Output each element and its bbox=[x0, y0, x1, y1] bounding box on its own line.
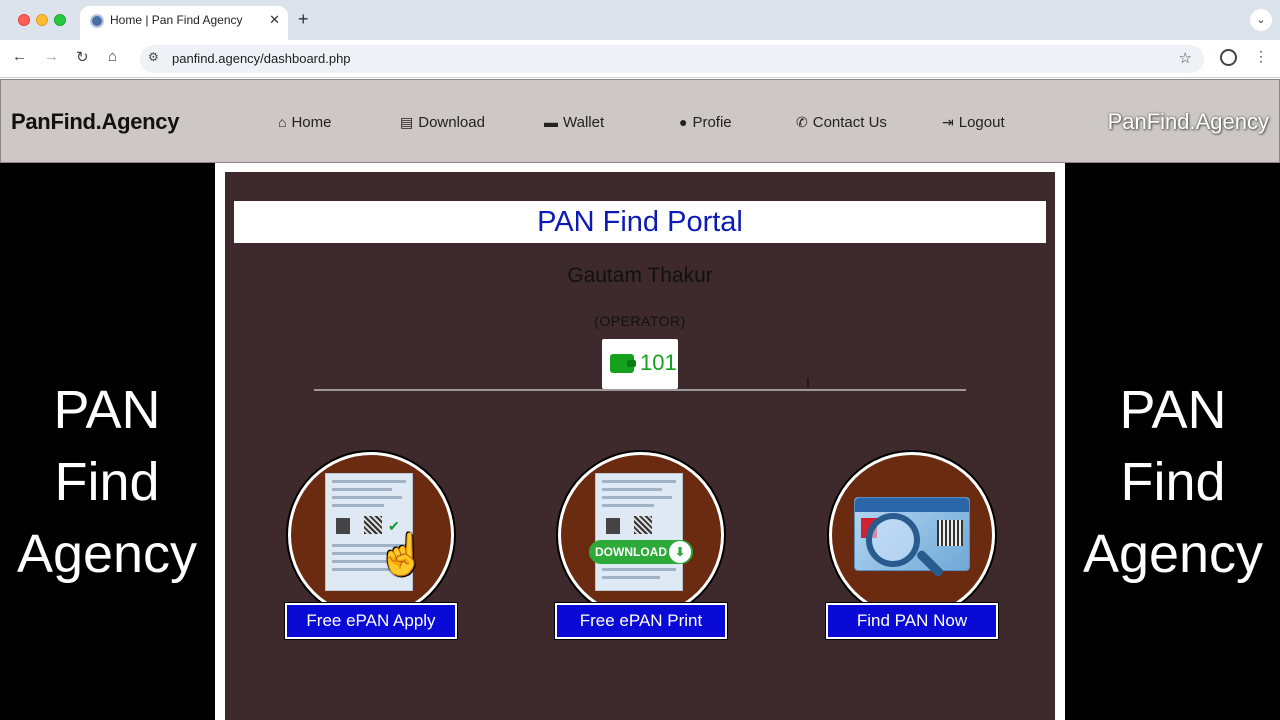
side-word: Agency bbox=[16, 524, 198, 584]
service-find-pan: Find PAN Now bbox=[825, 452, 999, 642]
nav-wallet[interactable]: ▬ Wallet bbox=[544, 114, 604, 131]
whatsapp-icon: ✆ bbox=[796, 114, 808, 130]
reload-icon[interactable]: ↻ bbox=[76, 48, 89, 66]
download-arrow-icon: ⬇ bbox=[669, 541, 691, 563]
browser-tab[interactable]: Home | Pan Find Agency ✕ bbox=[80, 6, 288, 40]
nav-wallet-label: Wallet bbox=[563, 114, 605, 131]
magnifier-icon bbox=[866, 513, 920, 567]
divider bbox=[314, 389, 966, 391]
browser-tab-bar: Home | Pan Find Agency ✕ + ⌄ bbox=[0, 0, 1280, 40]
service-epan-apply: ✔ ☝ Free ePAN Apply bbox=[284, 452, 458, 642]
favicon-icon bbox=[90, 14, 104, 28]
wallet-balance-box[interactable]: 101 bbox=[602, 339, 678, 389]
side-word: Agency bbox=[1082, 524, 1264, 584]
hand-pointer-icon: ☝ bbox=[377, 533, 427, 577]
epan-print-image[interactable]: DOWNLOAD ⬇ bbox=[558, 452, 724, 618]
find-pan-image[interactable] bbox=[829, 452, 995, 618]
page-title: PAN Find Portal bbox=[537, 206, 743, 238]
user-name: Gautam Thakur bbox=[567, 264, 713, 287]
epan-apply-image[interactable]: ✔ ☝ bbox=[288, 452, 454, 618]
side-word: PAN bbox=[1119, 380, 1227, 440]
nav-profile-label: Profie bbox=[692, 114, 732, 131]
close-window-button[interactable] bbox=[18, 14, 30, 26]
back-icon[interactable]: ← bbox=[12, 48, 27, 65]
find-pan-button[interactable]: Find PAN Now bbox=[825, 602, 999, 640]
epan-apply-button[interactable]: Free ePAN Apply bbox=[284, 602, 458, 640]
brand-right-text: PanFind.Agency bbox=[1107, 109, 1269, 134]
wallet-icon: ▬ bbox=[544, 114, 558, 130]
nav-download[interactable]: ▤ Download bbox=[400, 114, 485, 131]
bookmark-star-icon[interactable]: ☆ bbox=[1179, 49, 1192, 67]
forward-icon[interactable]: → bbox=[44, 48, 59, 65]
nav-contact[interactable]: ✆ Contact Us bbox=[796, 114, 887, 131]
text-cursor-icon: I bbox=[806, 374, 810, 390]
home-icon: ⌂ bbox=[278, 114, 287, 130]
nav-home-label: Home bbox=[291, 114, 332, 131]
dashboard-frame: PAN Find Portal Gautam Thakur (OPERATOR)… bbox=[215, 163, 1065, 720]
profile-icon[interactable] bbox=[1220, 49, 1237, 66]
address-bar[interactable]: ⚙ panfind.agency/dashboard.php ☆ bbox=[140, 45, 1204, 73]
side-banner-left: PAN Find Agency bbox=[0, 374, 214, 590]
home-icon[interactable]: ⌂ bbox=[108, 48, 117, 65]
close-tab-icon[interactable]: ✕ bbox=[269, 12, 280, 28]
dashboard-panel: PAN Find Portal Gautam Thakur (OPERATOR)… bbox=[225, 172, 1055, 720]
site-info-icon[interactable]: ⚙ bbox=[148, 50, 159, 64]
service-epan-print: DOWNLOAD ⬇ Free ePAN Print bbox=[554, 452, 728, 642]
nav-profile[interactable]: ● Profie bbox=[679, 114, 732, 131]
download-badge-label: DOWNLOAD bbox=[595, 545, 667, 559]
nav-contact-label: Contact Us bbox=[812, 114, 887, 131]
nav-download-label: Download bbox=[418, 114, 485, 131]
side-word: Find bbox=[1120, 452, 1226, 512]
portal-title-box: PAN Find Portal bbox=[234, 201, 1046, 243]
side-word: Find bbox=[54, 452, 160, 512]
maximize-window-button[interactable] bbox=[54, 14, 66, 26]
wallet-icon bbox=[610, 354, 636, 373]
url-text[interactable]: panfind.agency/dashboard.php bbox=[172, 51, 351, 66]
tab-title: Home | Pan Find Agency bbox=[110, 13, 243, 27]
menu-kebab-icon[interactable]: ⋮ bbox=[1254, 48, 1268, 65]
side-word: PAN bbox=[53, 380, 161, 440]
user-role: (OPERATOR) bbox=[594, 313, 686, 329]
user-icon: ● bbox=[679, 114, 688, 130]
plus-icon[interactable]: + bbox=[298, 9, 309, 30]
file-download-icon: ▤ bbox=[400, 114, 414, 130]
minimize-window-button[interactable] bbox=[36, 14, 48, 26]
nav-logout-label: Logout bbox=[958, 114, 1005, 131]
site-navbar: PanFind.Agency ⌂ Home ▤ Download ▬ Wallet ●… bbox=[0, 79, 1280, 163]
side-banner-right: PAN Find Agency bbox=[1066, 374, 1280, 590]
page-body: PanFind.Agency ⌂ Home ▤ Download ▬ Wallet ●… bbox=[0, 79, 1280, 720]
download-badge: DOWNLOAD ⬇ bbox=[589, 540, 693, 564]
tab-search-icon[interactable]: ⌄ bbox=[1250, 9, 1272, 31]
logout-icon: ⇥ bbox=[942, 114, 954, 130]
epan-print-button[interactable]: Free ePAN Print bbox=[554, 602, 728, 640]
browser-toolbar: ← → ↻ ⌂ ⚙ panfind.agency/dashboard.php ☆… bbox=[0, 40, 1280, 78]
wallet-balance: 101 bbox=[640, 350, 677, 375]
epan-document-icon bbox=[595, 473, 683, 591]
nav-logout[interactable]: ⇥ Logout bbox=[942, 114, 1005, 131]
nav-home[interactable]: ⌂ Home bbox=[278, 114, 331, 131]
brand-logo[interactable]: PanFind.Agency bbox=[11, 109, 179, 135]
